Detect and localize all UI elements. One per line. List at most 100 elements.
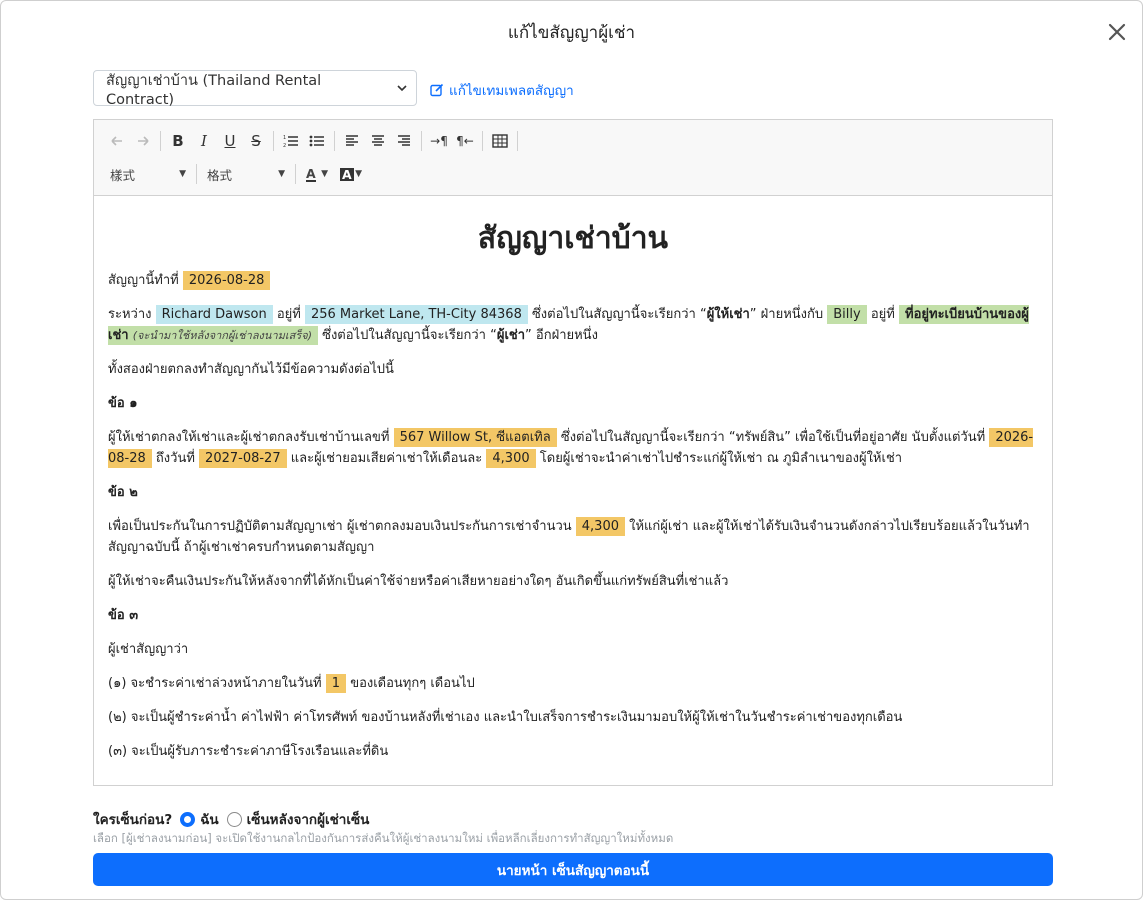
align-right-button[interactable] [391, 128, 417, 154]
redo-icon [138, 136, 149, 146]
radio-sign-me-first[interactable] [180, 811, 196, 827]
radio-sign-after-tenant-label[interactable]: เซ็นหลังจากผู้เช่าเซ็น [247, 808, 370, 830]
clause-3-item-2: (๒) จะเป็นผู้ชำระค่าน้ำ ค่าไฟฟ้า ค่าโทรศ… [108, 710, 903, 725]
deposit-field[interactable]: 4,300 [575, 517, 625, 536]
clause-heading: ข้อ ๓ [108, 608, 139, 623]
toolbar-divider [160, 131, 161, 151]
landlord-address-field[interactable]: 256 Market Lane, TH-City 84368 [304, 305, 528, 324]
numbered-list-button[interactable]: 12 [278, 128, 304, 154]
rtl-button[interactable]: ¶← [452, 128, 478, 154]
edit-contract-modal: แก้ไขสัญญาผู้เช่า สัญญาเช่าบ้าน (Thailan… [0, 0, 1143, 900]
clause-2-heading: ข้อ ๒ [108, 482, 1038, 503]
table-button[interactable] [487, 128, 513, 154]
svg-text:1: 1 [283, 135, 286, 141]
toolbar-divider [482, 131, 483, 151]
text: ผู้ให้เช่าตกลงให้เช่าและผู้เช่าตกลงรับเช… [108, 430, 390, 445]
background-color-icon: A [340, 166, 354, 182]
redo-button[interactable] [130, 128, 156, 154]
toolbar-divider [517, 131, 518, 151]
document-title: สัญญาเช่าบ้าน [477, 221, 669, 256]
background-color-button[interactable]: A ▼ [334, 162, 368, 186]
text: อยู่ที่ [276, 307, 301, 322]
text-color-button[interactable]: A ▼ [300, 162, 334, 186]
contract-date-line: สัญญานี้ทำที่ 2026-08-28 [108, 270, 1038, 291]
clause-2-refund: ผู้ให้เช่าจะคืนเงินประกันให้หลังจากที่ได… [108, 574, 729, 589]
align-right-icon [398, 135, 410, 146]
text: โดยผู้เช่าจะนำค่าเช่าไปชำระแก่ผู้ให้เช่า… [539, 451, 903, 466]
modal-title: แก้ไขสัญญาผู้เช่า [507, 23, 636, 43]
text: ” ฝ่ายหนึ่งกับ [749, 307, 824, 322]
caret-down-icon: ▼ [355, 169, 362, 179]
clause-2-paragraph: เพื่อเป็นประกันในการปฏิบัติตามสัญญาเช่า … [108, 516, 1038, 558]
clause-3-heading: ข้อ ๓ [108, 605, 1038, 626]
numbered-list-icon: 12 [283, 135, 298, 149]
clause-heading: ข้อ ๑ [108, 396, 138, 411]
contract-date-field[interactable]: 2026-08-28 [182, 271, 271, 290]
text-direction-ltr-icon: →¶ [430, 134, 448, 148]
undo-button[interactable] [104, 128, 130, 154]
landlord-role: ผู้ให้เช่า [706, 307, 750, 322]
agreement-line: ทั้งสองฝ่ายตกลงทำสัญญากันไว้มีข้อความดัง… [108, 362, 394, 377]
ltr-button[interactable]: →¶ [426, 128, 452, 154]
radio-sign-after-tenant[interactable] [226, 811, 242, 827]
property-address-field[interactable]: 567 Willow St, ซีแอตเทิล [393, 428, 557, 447]
editor-content[interactable]: สัญญาเช่าบ้าน สัญญานี้ทำที่ 2026-08-28 ร… [94, 197, 1052, 785]
pay-day-field[interactable]: 1 [325, 674, 347, 693]
tenant-address-note: (จะนำมาใช้หลังจากผู้เช่าลงนามเสร็จ) [132, 329, 312, 342]
clause-1-heading: ข้อ ๑ [108, 393, 1038, 414]
close-button[interactable] [1104, 19, 1130, 45]
align-center-icon [372, 135, 384, 146]
underline-icon: U [224, 132, 236, 150]
clause-3-item-3: (๓) จะเป็นผู้รับภาระชำระค่าภาษีโรงเรือนแ… [108, 744, 389, 759]
table-icon [492, 134, 508, 148]
text: เพื่อเป็นประกันในการปฏิบัติตามสัญญาเช่า … [108, 519, 572, 534]
bullet-list-button[interactable] [304, 128, 330, 154]
align-left-button[interactable] [339, 128, 365, 154]
signing-question: ใครเซ็นก่อน? [93, 812, 173, 828]
clause-3-item-1: (๑) จะชำระค่าเช่าล่วงหน้าภายในวันที่ 1 ข… [108, 673, 1038, 694]
tenant-role: ผู้เช่า [496, 328, 526, 343]
style-combo[interactable]: 樣式 ▼ [104, 162, 192, 186]
bullet-list-icon [309, 135, 324, 147]
signing-hint: เลือก [ผู้เช่าลงนามก่อน] จะเปิดใช้งานกลไ… [93, 831, 674, 845]
end-date-field[interactable]: 2027-08-27 [199, 449, 287, 468]
text: ซึ่งต่อไปในสัญญานี้จะเรียกว่า “ [322, 328, 497, 343]
template-select[interactable]: สัญญาเช่าบ้าน (Thailand Rental Contract) [93, 70, 417, 108]
landlord-name-field[interactable]: Richard Dawson [155, 305, 273, 324]
template-select-value: สัญญาเช่าบ้าน (Thailand Rental Contract) [106, 72, 322, 108]
text: ซึ่งต่อไปในสัญญานี้จะเรียกว่า “ทรัพย์สิน… [560, 430, 986, 445]
chevron-down-icon [397, 85, 407, 92]
clause-1-paragraph: ผู้ให้เช่าตกลงให้เช่าและผู้เช่าตกลงรับเช… [108, 427, 1038, 469]
undo-icon [111, 136, 122, 146]
editor-toolbar: B I U S 12 →¶ ¶← 樣式 ▼ 格式 ▼ A ▼ A ▼ [94, 120, 1052, 196]
bold-button[interactable]: B [165, 128, 191, 154]
clause-3-intro: ผู้เช่าสัญญาว่า [108, 642, 189, 657]
text: และผู้เช่ายอมเสียค่าเช่าให้เดือนละ [290, 451, 483, 466]
clause-heading: ข้อ ๒ [108, 485, 138, 500]
align-left-icon [346, 135, 358, 146]
edit-template-link[interactable]: แก้ไขเทมเพลตสัญญา [430, 79, 574, 101]
text: อยู่ที่ [870, 307, 895, 322]
text: สัญญานี้ทำที่ [108, 273, 179, 288]
signing-order: ใครเซ็นก่อน? ฉัน เซ็นหลังจากผู้เช่าเซ็น [93, 808, 369, 830]
bold-icon: B [172, 132, 184, 150]
caret-down-icon: ▼ [179, 169, 186, 179]
close-icon [1108, 23, 1126, 41]
text-color-icon: A [306, 165, 316, 182]
toolbar-divider [196, 164, 197, 184]
text: ของเดือนทุกๆ เดือนไป [350, 676, 475, 691]
radio-sign-me-first-label[interactable]: ฉัน [200, 808, 218, 830]
edit-icon [430, 83, 444, 97]
format-combo[interactable]: 格式 ▼ [201, 162, 291, 186]
sign-now-button[interactable]: นายหน้า เซ็นสัญญาตอนนี้ [93, 853, 1053, 886]
italic-button[interactable]: I [191, 128, 217, 154]
monthly-rent-field[interactable]: 4,300 [486, 449, 536, 468]
underline-button[interactable]: U [217, 128, 243, 154]
rich-text-editor: B I U S 12 →¶ ¶← 樣式 ▼ 格式 ▼ A ▼ A ▼ สัญญา… [93, 119, 1053, 786]
align-center-button[interactable] [365, 128, 391, 154]
tenant-name-field[interactable]: Billy [827, 305, 867, 324]
strikethrough-button[interactable]: S [243, 128, 269, 154]
svg-text:2: 2 [283, 143, 286, 149]
toolbar-divider [273, 131, 274, 151]
style-combo-label: 樣式 [110, 167, 136, 183]
